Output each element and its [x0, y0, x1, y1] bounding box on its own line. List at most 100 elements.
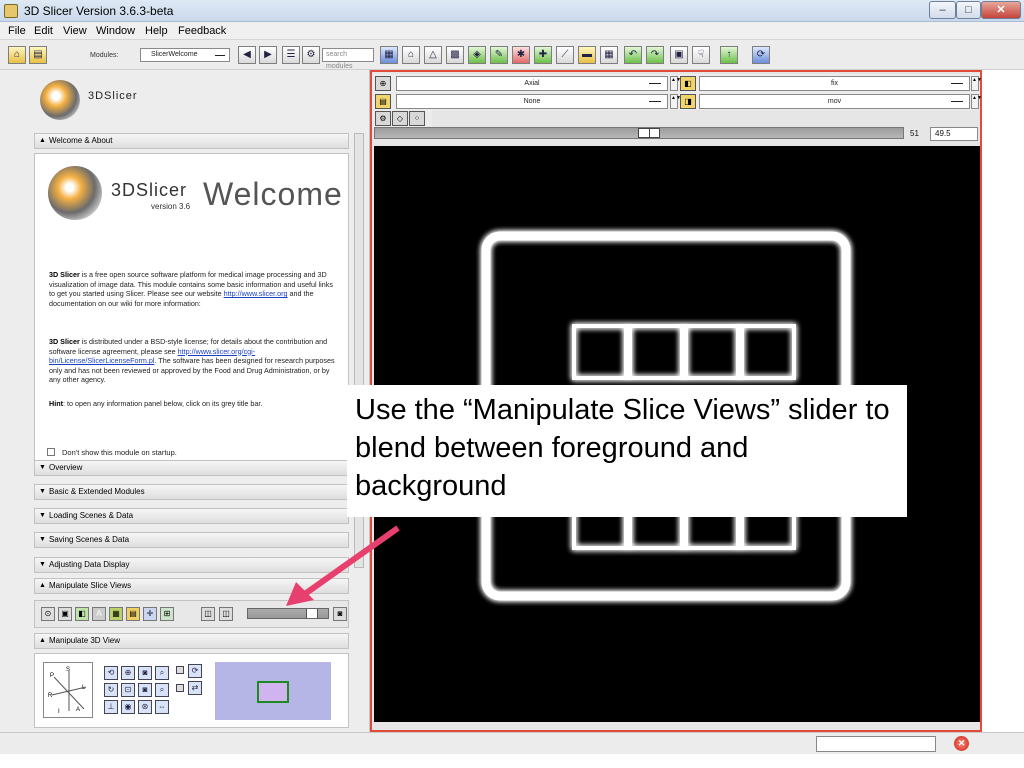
label-layer-select[interactable]: None — [396, 94, 668, 109]
fourup-icon[interactable]: ▦ — [600, 46, 618, 64]
orientation-compass[interactable]: P S L R I A — [43, 662, 93, 718]
volumes-icon[interactable]: ▩ — [446, 46, 464, 64]
label-icon[interactable]: A — [92, 607, 106, 621]
spin-icon[interactable]: ⟳ — [188, 664, 202, 678]
slicer-logo-icon — [40, 80, 80, 120]
menu-file[interactable]: File — [8, 25, 26, 37]
yaw-icon[interactable]: ↻ — [104, 683, 118, 697]
foreground-layer-icon[interactable]: ◧ — [680, 76, 696, 91]
lightbox-icon[interactable]: ⁘ — [409, 111, 425, 126]
fade-slider-thumb[interactable] — [306, 609, 318, 618]
panel-welcome-about[interactable]: ▲ Welcome & About — [34, 133, 349, 149]
maximize-button[interactable]: □ — [956, 1, 981, 19]
fg-toggle-icon[interactable]: ◫ — [201, 607, 215, 621]
slice-offset-field[interactable]: 49.5 — [930, 127, 978, 141]
panel-manipulate-3d[interactable]: ▲ Manipulate 3D View — [34, 633, 349, 649]
crosshair-icon[interactable]: ✛ — [143, 607, 157, 621]
models-icon[interactable]: △ — [424, 46, 442, 64]
view3d-navigator[interactable] — [215, 662, 331, 720]
slicer-website-link[interactable]: http://www.slicer.org — [224, 289, 288, 298]
slice-fov-icon[interactable]: ▣ — [58, 607, 72, 621]
transforms-icon[interactable]: ✚ — [534, 46, 552, 64]
viewer-controls-row-3: ⚙ ◇ ⁘ — [372, 110, 432, 128]
minimize-button[interactable]: – — [929, 1, 956, 19]
compass-lines — [51, 671, 87, 711]
measure-icon[interactable]: ⟋ — [556, 46, 574, 64]
stereo-icon[interactable]: ⇔ — [155, 700, 169, 714]
chevron-up-icon: ▲ — [39, 137, 46, 144]
module-search-icon[interactable]: ⚙ — [302, 46, 320, 64]
background-spinner[interactable]: ▲▼ — [971, 94, 982, 109]
callout-text: Use the “Manipulate Slice Views” slider … — [355, 394, 890, 502]
orientation-select[interactable]: Axial — [396, 76, 668, 91]
background-layer-icon[interactable]: ◨ — [680, 94, 696, 109]
layout-grid-icon[interactable]: ▦ — [380, 46, 398, 64]
pitch-icon[interactable]: ⟲ — [104, 666, 118, 680]
redo-icon[interactable]: ↷ — [646, 46, 664, 64]
eye-icon[interactable]: ◉ — [121, 700, 135, 714]
back-icon[interactable]: ◀ — [238, 46, 256, 64]
dont-show-checkbox[interactable] — [47, 448, 55, 456]
menu-window[interactable]: Window — [96, 25, 135, 37]
roll-icon[interactable]: ⊕ — [121, 666, 135, 680]
data-icon[interactable]: ◈ — [468, 46, 486, 64]
menu-view[interactable]: View — [63, 25, 87, 37]
foreground-spinner[interactable]: ▲▼ — [971, 76, 982, 91]
camera-icon[interactable]: ◙ — [138, 683, 152, 697]
module-panel: 3DSlicer ▲ Welcome & About 3DSlicer versi… — [0, 70, 370, 732]
orientation-spinner[interactable]: ▲▼ — [670, 76, 681, 91]
zoom-in-icon[interactable]: ⌕ — [155, 666, 169, 680]
label-spinner[interactable]: ▲▼ — [670, 94, 681, 109]
welcome-brand: 3DSlicer — [111, 180, 188, 200]
link-icon[interactable]: ⊙ — [41, 607, 55, 621]
rock-checkbox[interactable] — [176, 684, 184, 692]
home-icon[interactable]: ⌂ — [8, 46, 26, 64]
panel-overview[interactable]: ▼ Overview — [34, 460, 349, 476]
foreground-icon[interactable]: ◧ — [75, 607, 89, 621]
bg-toggle-icon[interactable]: ◫ — [219, 607, 233, 621]
slice-offset-slider[interactable] — [374, 127, 904, 139]
fit-icon[interactable]: ⊡ — [121, 683, 135, 697]
menu-feedback[interactable]: Feedback — [178, 25, 226, 37]
undo-icon[interactable]: ↶ — [624, 46, 642, 64]
fiducials-icon[interactable]: ✱ — [512, 46, 530, 64]
axes-icon[interactable]: ⊥ — [104, 700, 118, 714]
window-title: 3D Slicer Version 3.6.3-beta — [24, 4, 174, 18]
spacing-icon[interactable]: ⊞ — [160, 607, 174, 621]
panel-modules[interactable]: ▼ Basic & Extended Modules — [34, 484, 349, 500]
slicer-welcome-logo-icon — [48, 166, 102, 220]
editor-icon[interactable]: ✎ — [490, 46, 508, 64]
snapshot-icon[interactable]: ◙ — [138, 666, 152, 680]
grid-icon[interactable]: ▤ — [126, 607, 140, 621]
search-modules-input[interactable]: search modules — [322, 48, 374, 70]
menu-edit[interactable]: Edit — [34, 25, 53, 37]
rock-icon[interactable]: ⇄ — [188, 681, 202, 695]
reset-home-icon[interactable]: ⌂ — [402, 46, 420, 64]
colors-icon[interactable]: ▬ — [578, 46, 596, 64]
callout-arrow-icon — [286, 525, 400, 606]
target-icon[interactable]: ⊛ — [138, 700, 152, 714]
forward-icon[interactable]: ▶ — [259, 46, 277, 64]
error-log-icon[interactable]: ✕ — [954, 736, 969, 751]
load-data-icon[interactable]: ▤ — [29, 46, 47, 64]
background-select[interactable]: mov — [699, 94, 970, 109]
module-history-icon[interactable]: ☰ — [282, 46, 300, 64]
pick-mode-icon[interactable]: ↑ — [720, 46, 738, 64]
refresh-icon[interactable]: ⟳ — [752, 46, 770, 64]
visibility-icon[interactable]: ◇ — [392, 111, 408, 126]
menu-help[interactable]: Help — [145, 25, 168, 37]
close-button[interactable]: ✕ — [981, 1, 1021, 19]
foreground-select[interactable]: fix — [699, 76, 970, 91]
module-selector[interactable]: SlicerWelcome — [140, 48, 230, 62]
link-views-icon[interactable]: ⚙ — [375, 111, 391, 126]
modules-label: Modules: — [90, 52, 119, 59]
spin-checkbox[interactable] — [176, 666, 184, 674]
slice-offset-thumb[interactable] — [638, 128, 660, 138]
slice-index: 51 — [910, 129, 919, 138]
compose-icon[interactable]: ▦ — [109, 607, 123, 621]
zoom-out-icon[interactable]: ⌕ — [155, 683, 169, 697]
screenshot-icon[interactable]: ▣ — [670, 46, 688, 64]
slice-pin-icon[interactable]: ⊕ — [375, 76, 391, 91]
mouse-mode-icon[interactable]: ☟ — [692, 46, 710, 64]
label-layer-icon[interactable]: ▤ — [375, 94, 391, 109]
